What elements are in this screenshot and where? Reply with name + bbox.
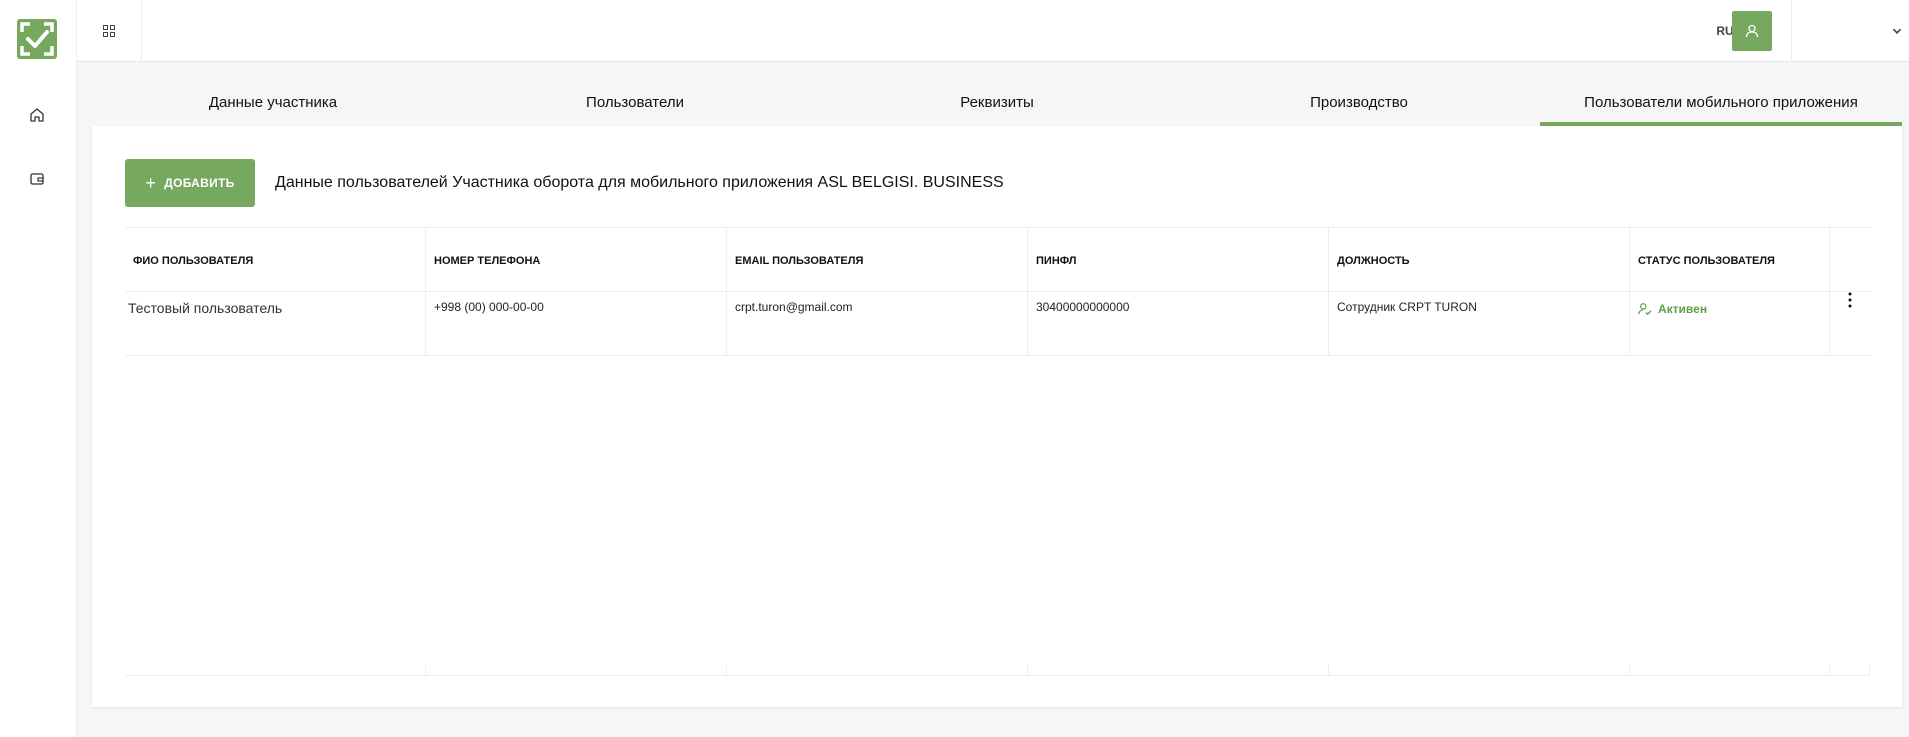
column-header-status[interactable]: СТАТУС ПОЛЬЗОВАТЕЛЯ	[1630, 228, 1830, 291]
avatar[interactable]	[1732, 11, 1772, 51]
tab-mobile-app-users[interactable]: Пользователи мобильного приложения	[1540, 88, 1902, 126]
cell-phone: +998 (00) 000-00-00	[426, 292, 727, 355]
user-menu-chevron-icon[interactable]	[1891, 24, 1905, 38]
wallet-icon[interactable]	[27, 169, 47, 189]
cell-email: crpt.turon@gmail.com	[727, 292, 1028, 355]
add-button-label: ДОБАВИТЬ	[164, 176, 235, 190]
tab-production[interactable]: Производство	[1178, 88, 1540, 126]
cell-pinfl: 30400000000000	[1028, 292, 1329, 355]
add-button[interactable]: + ДОБАВИТЬ	[125, 159, 255, 207]
tab-bar: Данные участника Пользователи Реквизиты …	[92, 88, 1902, 126]
table-footer	[125, 664, 1870, 676]
app-logo[interactable]	[17, 19, 57, 59]
apps-grid-icon	[103, 25, 115, 37]
row-actions-button[interactable]	[1830, 292, 1870, 355]
top-header: RU	[77, 0, 1909, 62]
more-vertical-icon	[1848, 292, 1852, 308]
tab-users[interactable]: Пользователи	[454, 88, 816, 126]
cell-status: Активен	[1630, 292, 1830, 355]
user-icon	[1745, 24, 1759, 38]
cell-name: Тестовый пользователь	[125, 292, 426, 355]
sidebar	[0, 0, 77, 737]
status-badge: Активен	[1638, 300, 1829, 316]
column-header-name[interactable]: ФИО ПОЛЬЗОВАТЕЛЯ	[125, 228, 426, 291]
home-icon[interactable]	[27, 105, 47, 125]
content-card: + ДОБАВИТЬ Данные пользователей Участник…	[92, 126, 1902, 707]
column-header-pinfl[interactable]: ПИНФЛ	[1028, 228, 1329, 291]
table-header: ФИО ПОЛЬЗОВАТЕЛЯ НОМЕР ТЕЛЕФОНА EMAIL ПО…	[125, 228, 1870, 292]
status-label: Активен	[1658, 302, 1708, 316]
user-check-icon	[1638, 303, 1652, 316]
card-description: Данные пользователей Участника оборота д…	[275, 174, 1004, 191]
users-table: ФИО ПОЛЬЗОВАТЕЛЯ НОМЕР ТЕЛЕФОНА EMAIL ПО…	[125, 227, 1870, 676]
apps-grid-button[interactable]	[77, 0, 142, 62]
column-header-actions	[1830, 228, 1870, 291]
column-header-phone[interactable]: НОМЕР ТЕЛЕФОНА	[426, 228, 727, 291]
column-header-position[interactable]: ДОЛЖНОСТЬ	[1329, 228, 1630, 291]
cell-position: Сотрудник CRPT TURON	[1329, 292, 1630, 355]
tab-requisites[interactable]: Реквизиты	[816, 88, 1178, 126]
tab-participant-data[interactable]: Данные участника	[92, 88, 454, 126]
column-header-email[interactable]: EMAIL ПОЛЬЗОВАТЕЛЯ	[727, 228, 1028, 291]
table-row[interactable]: Тестовый пользователь +998 (00) 000-00-0…	[125, 292, 1870, 356]
plus-icon: +	[145, 173, 157, 193]
